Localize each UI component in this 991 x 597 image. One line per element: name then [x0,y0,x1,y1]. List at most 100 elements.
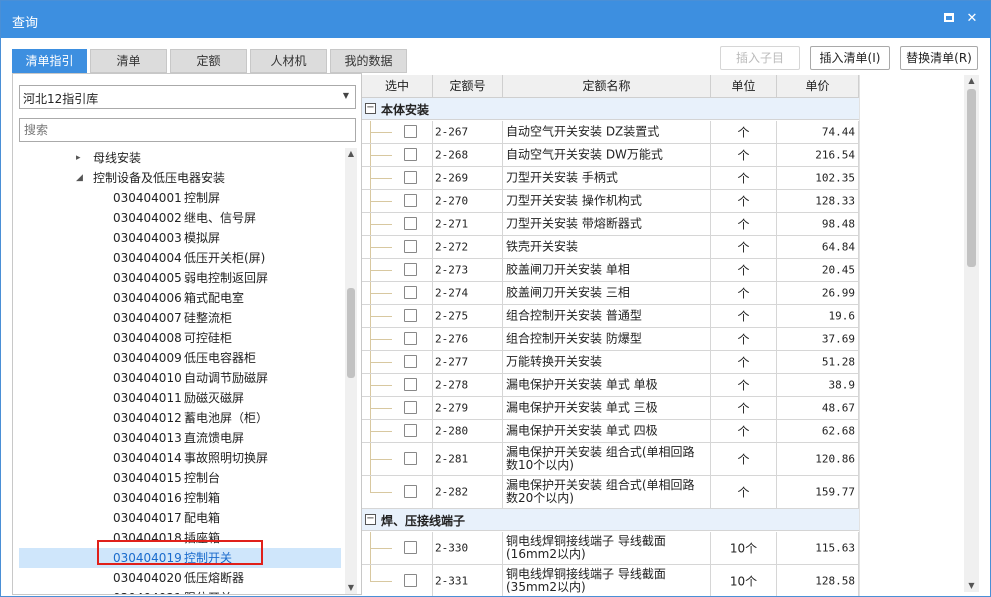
table-row[interactable]: 2-278 漏电保护开关安装 单式 单极 个 38.9 [362,374,859,397]
insert-list-button[interactable]: 插入清单(I) [810,46,890,70]
tree-node[interactable]: 030404013 直流馈电屏 [19,428,341,448]
select-checkbox[interactable] [404,355,417,368]
tree-node[interactable]: 030404016 控制箱 [19,488,341,508]
select-checkbox[interactable] [404,332,417,345]
tree-node[interactable]: 030404014 事故照明切换屏 [19,448,341,468]
table-row[interactable]: 2-279 漏电保护开关安装 单式 三极 个 48.67 [362,397,859,420]
table-row[interactable]: 2-274 胶盖闸刀开关安装 三相 个 26.99 [362,282,859,305]
select-checkbox[interactable] [404,217,417,230]
table-row[interactable]: 2-267 自动空气开关安装 DZ装置式 个 74.44 [362,121,859,144]
table-row[interactable]: 2-276 组合控制开关安装 防爆型 个 37.69 [362,328,859,351]
quota-code: 2-276 [435,332,469,346]
tree-node[interactable]: 030404021限位开关 [19,588,341,594]
tree-node[interactable]: 030404020 低压熔断器 [19,568,341,588]
tree-node[interactable]: 030404001 控制屏 [19,188,341,208]
table-row[interactable]: 2-270 刀型开关安装 操作机构式 个 128.33 [362,190,859,213]
collapse-arrow-icon[interactable]: ◢ [76,168,83,188]
tree-node[interactable]: 030404008 可控硅柜 [19,328,341,348]
select-checkbox[interactable] [404,309,417,322]
table-row[interactable]: 2-280 漏电保护开关安装 单式 四极 个 62.68 [362,420,859,443]
select-checkbox[interactable] [404,286,417,299]
table-row[interactable]: 2-282 漏电保护开关安装 组合式(单相回路数20个以内) 个 159.77 [362,476,859,509]
tree-node[interactable]: 030404015 控制台 [19,468,341,488]
select-checkbox[interactable] [404,148,417,161]
table-row[interactable]: 2-330 铜电线焊铜接线端子 导线截面(16mm2以内) 10个 115.63 [362,532,859,565]
header-code: 定额号 [433,75,503,98]
table-row[interactable]: 2-271 刀型开关安装 带熔断器式 个 98.48 [362,213,859,236]
quota-price: 20.45 [821,263,855,277]
tree-scrollbar[interactable]: ▲ ▼ [345,148,357,594]
table-row[interactable]: 2-277 万能转换开关安装 个 51.28 [362,351,859,374]
tree-node[interactable]: 030404007 硅整流柜 [19,308,341,328]
group-row[interactable]: − 本体安装 [362,98,859,120]
select-checkbox[interactable] [404,263,417,276]
header-name: 定额名称 [503,75,711,98]
select-checkbox[interactable] [404,574,417,587]
tree-node[interactable]: 030404003 模拟屏 [19,228,341,248]
table-row[interactable]: 2-269 刀型开关安装 手柄式 个 102.35 [362,167,859,190]
select-checkbox[interactable] [404,541,417,554]
select-checkbox[interactable] [404,378,417,391]
table-row[interactable]: 2-268 自动空气开关安装 DW万能式 个 216.54 [362,144,859,167]
select-checkbox[interactable] [404,171,417,184]
collapse-icon[interactable]: − [365,103,376,114]
expand-arrow-icon[interactable]: ▸ [76,148,81,168]
quota-price: 64.84 [821,240,855,254]
price-cell: 51.28 [777,351,859,373]
tree-node[interactable]: ◢ 控制设备及低压电器安装 [19,168,341,188]
scroll-up-icon[interactable]: ▲ [345,148,357,160]
quota-price: 74.44 [821,125,855,139]
select-checkbox[interactable] [404,240,417,253]
search-input[interactable] [19,118,356,142]
select-checkbox[interactable] [404,424,417,437]
unit-cell: 个 [711,305,777,327]
scroll-down-icon[interactable]: ▼ [345,582,357,594]
scroll-up-icon[interactable]: ▲ [964,75,979,87]
tab-list-guide[interactable]: 清单指引 [12,49,87,73]
code-cell: 2-276 [433,328,503,350]
table-row[interactable]: 2-273 胶盖闸刀开关安装 单相 个 20.45 [362,259,859,282]
table-row[interactable]: 2-272 铁壳开关安装 个 64.84 [362,236,859,259]
tree-node[interactable]: ▸ 母线安装 [19,148,341,168]
quota-price: 128.33 [815,194,855,208]
price-cell: 128.58 [777,565,859,596]
tree-node[interactable]: 030404017 配电箱 [19,508,341,528]
select-checkbox[interactable] [404,194,417,207]
quota-name: 胶盖闸刀开关安装 三相 [506,285,630,300]
table-row[interactable]: 2-331 铜电线焊铜接线端子 导线截面(35mm2以内) 10个 128.58 [362,565,859,596]
scroll-down-icon[interactable]: ▼ [964,580,979,592]
tree-node[interactable]: 030404012 蓄电池屏（柜） [19,408,341,428]
table-row[interactable]: 2-281 漏电保护开关安装 组合式(单相回路数10个以内) 个 120.86 [362,443,859,476]
tree-node[interactable]: 030404006 箱式配电室 [19,288,341,308]
select-checkbox[interactable] [404,401,417,414]
tree-node[interactable]: 030404002 继电、信号屏 [19,208,341,228]
tab-material[interactable]: 人材机 [250,49,327,73]
tree-node[interactable]: 030404009 低压电容器柜 [19,348,341,368]
unit-cell: 个 [711,397,777,419]
tree-node[interactable]: 030404011 励磁灭磁屏 [19,388,341,408]
tree-node[interactable]: 030404004 低压开关柜(屏) [19,248,341,268]
grid-scroll-thumb[interactable] [967,89,976,267]
insert-child-button[interactable]: 插入子目 [720,46,800,70]
table-row[interactable]: 2-275 组合控制开关安装 普通型 个 19.6 [362,305,859,328]
select-checkbox[interactable] [404,452,417,465]
name-cell: 刀型开关安装 操作机构式 [503,190,711,212]
tab-list[interactable]: 清单 [90,49,167,73]
group-row[interactable]: − 焊、压接线端子 [362,509,859,531]
quota-grid: 选中 定额号 定额名称 单位 单价 − 本体安装 2-267 自动空气开关安装 DZ装… [362,75,859,596]
close-button[interactable]: ✕ [963,10,981,28]
collapse-icon[interactable]: − [365,514,376,525]
tab-quota[interactable]: 定额 [170,49,247,73]
tree-line [362,476,397,508]
grid-scrollbar[interactable]: ▲ ▼ [964,75,979,592]
select-checkbox[interactable] [404,485,417,498]
tab-my-data[interactable]: 我的数据 [330,49,407,73]
tree-node[interactable]: 030404005 弱电控制返回屏 [19,268,341,288]
tree-node[interactable]: 030404010 自动调节励磁屏 [19,368,341,388]
library-select[interactable]: 河北12指引库 ▼ [19,85,356,109]
unit-cell: 10个 [711,565,777,596]
select-checkbox[interactable] [404,125,417,138]
maximize-button[interactable] [940,10,958,28]
tree-scroll-thumb[interactable] [347,288,355,378]
replace-list-button[interactable]: 替换清单(R) [900,46,978,70]
